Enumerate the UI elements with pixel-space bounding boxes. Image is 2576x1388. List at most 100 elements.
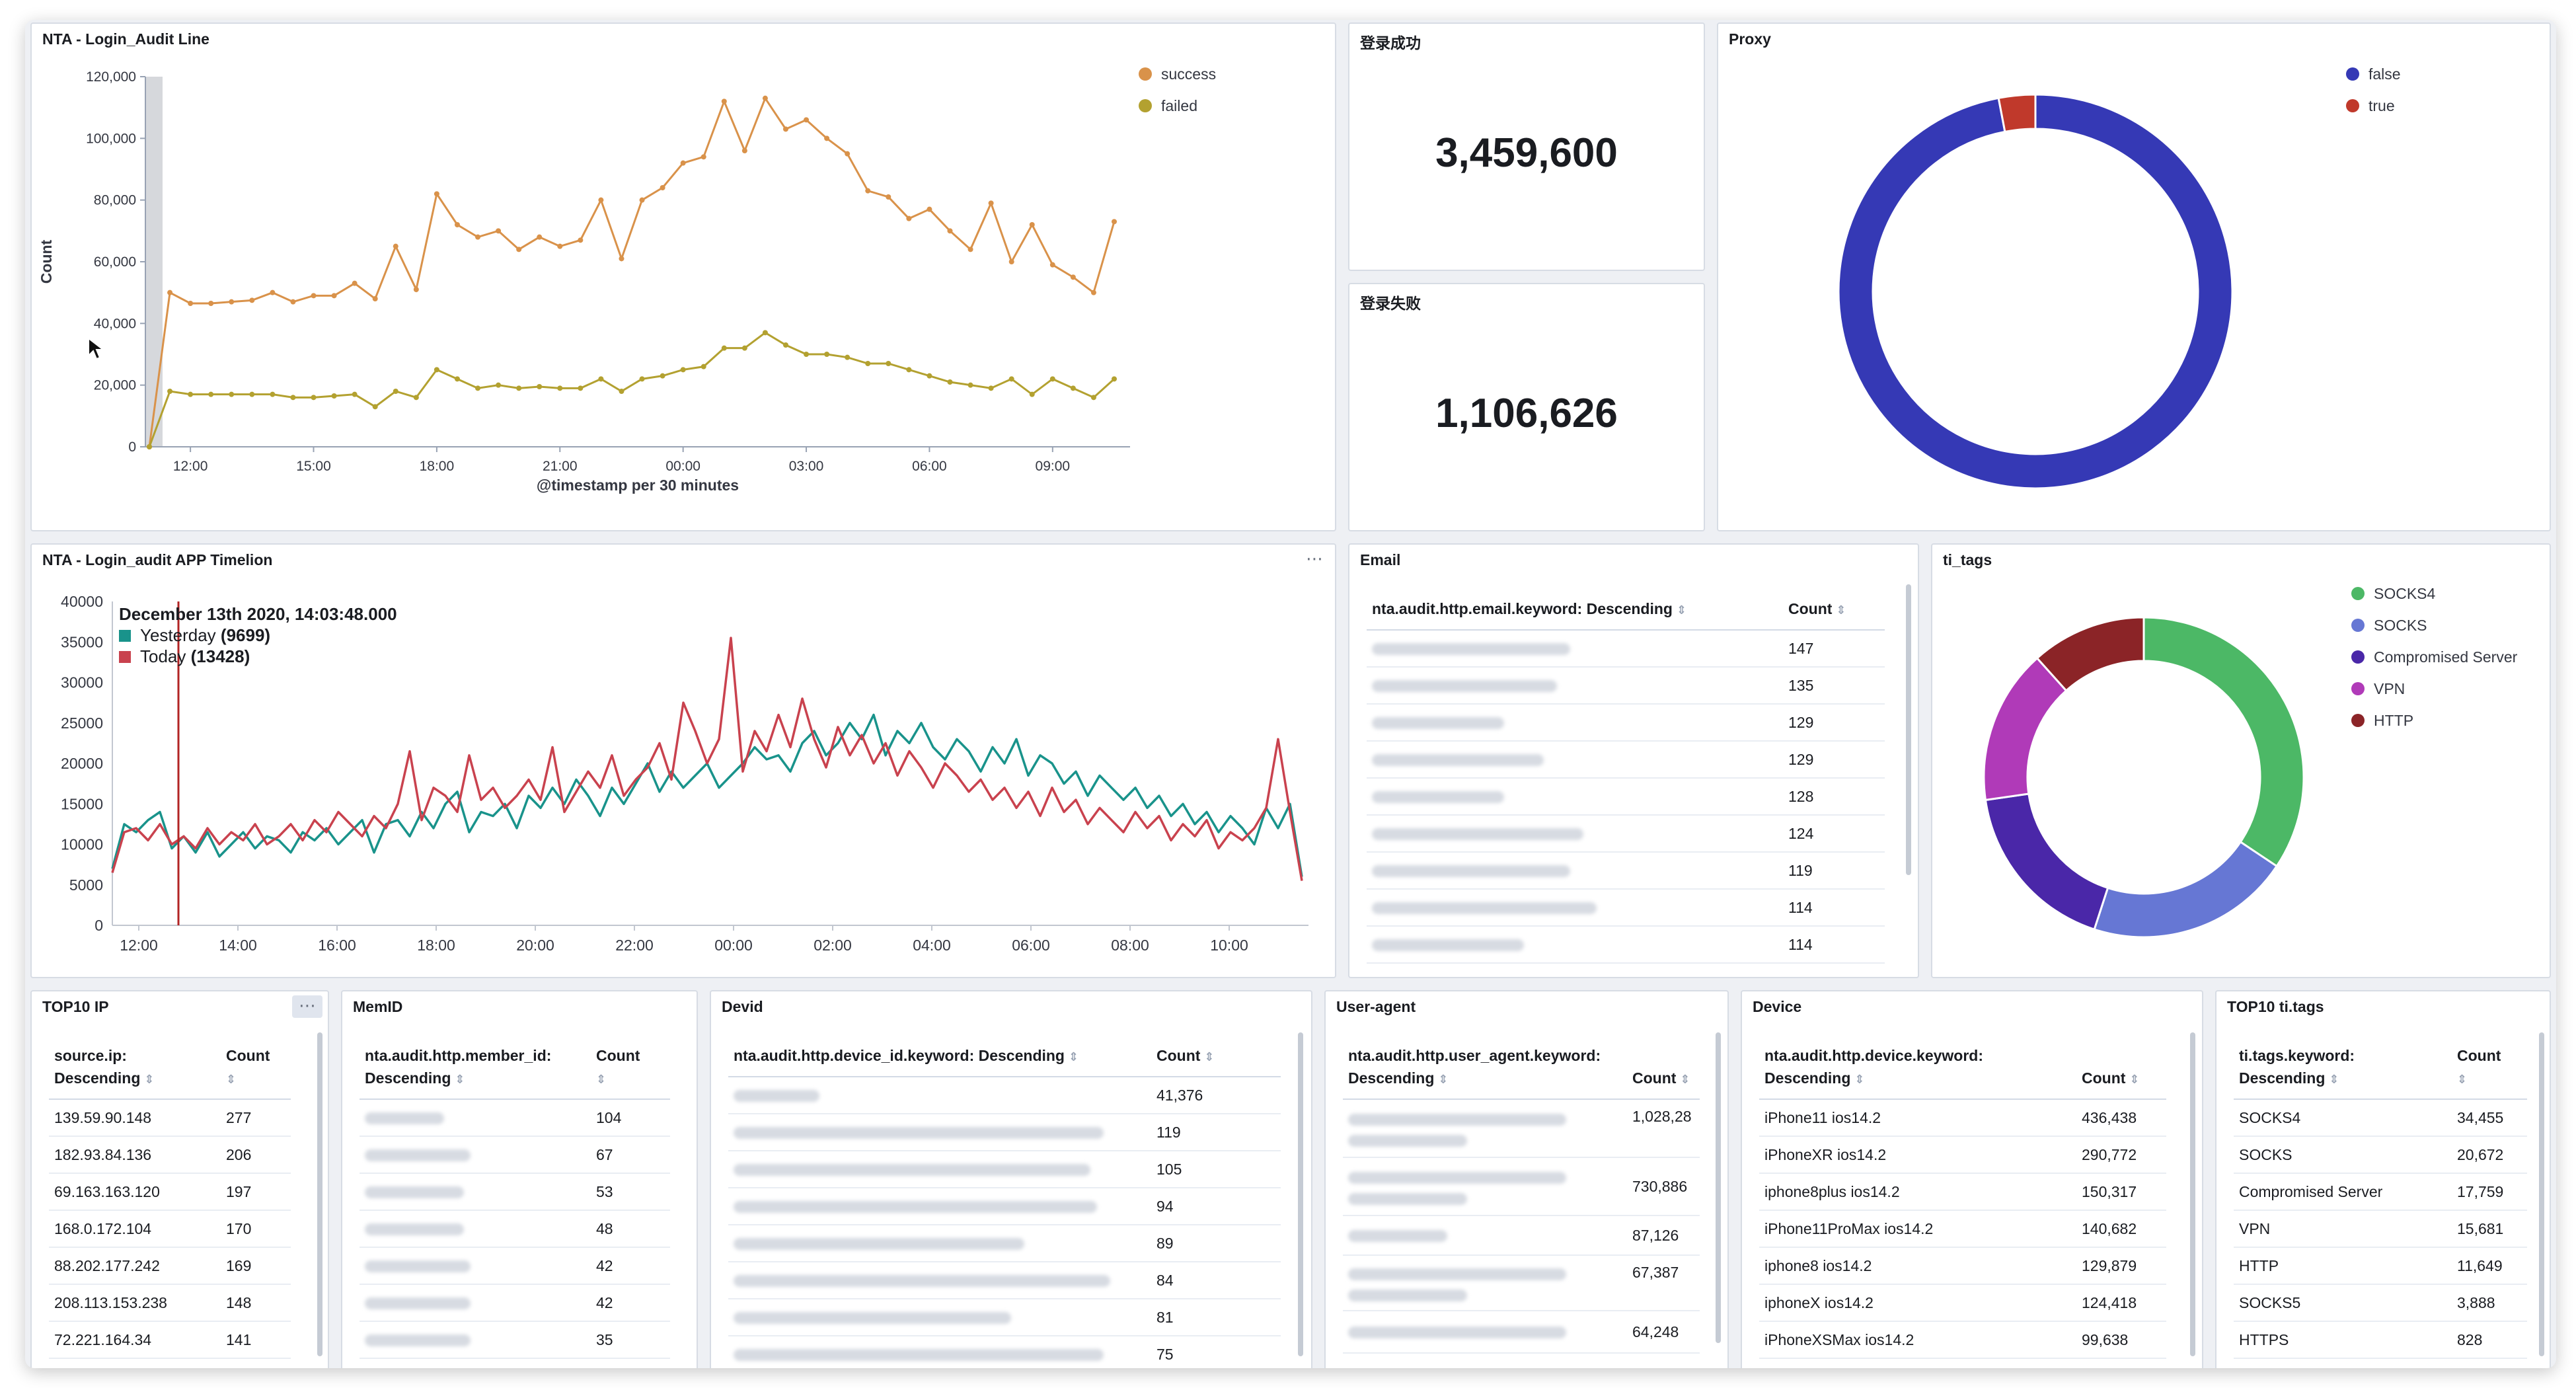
sort-icon[interactable]: ⇕ [226, 1073, 236, 1086]
data-point-failed [762, 330, 768, 336]
device-cell[interactable]: iPhoneXR ios14.2 [1759, 1136, 2076, 1174]
ip-cell[interactable]: 139.59.90.148 [49, 1099, 221, 1137]
table-row: 69.163.163.120 197 [49, 1173, 291, 1211]
column-header-ti-tags[interactable]: ti.tags.keyword: Descending ⇕ [2234, 1044, 2452, 1100]
series-line-yesterday [111, 713, 1303, 877]
tooltip-row-yesterday: Yesterday (9699) [119, 625, 270, 646]
column-header-device[interactable]: nta.audit.http.device.keyword: Descendin… [1759, 1044, 2076, 1100]
sort-icon[interactable]: ⇕ [1069, 1050, 1079, 1063]
tooltip-row-today: Today (13428) [119, 646, 250, 667]
y-tick-label: 35000 [61, 633, 103, 650]
sort-icon[interactable]: ⇕ [2329, 1073, 2339, 1086]
sort-icon[interactable]: ⇕ [455, 1073, 465, 1086]
email-value-redacted [1367, 889, 1783, 927]
top10-ip-panel: TOP10 IP ⋯ source.ip: Descending ⇕ Count ⇕… [30, 990, 329, 1368]
tag-cell[interactable]: VPN [2234, 1210, 2452, 1248]
x-tick-label: 12:00 [120, 937, 158, 954]
data-point-success [804, 117, 810, 123]
table-row: Compromised Server 17,759 [2234, 1173, 2527, 1211]
legend-item-socks4[interactable]: SOCKS4 [2351, 578, 2517, 609]
data-point-success [967, 247, 973, 252]
devid-scrollbar[interactable] [1298, 1032, 1303, 1356]
data-point-success [741, 148, 747, 153]
legend-item-socks[interactable]: SOCKS [2351, 609, 2517, 641]
top10-ip-scrollbar[interactable] [317, 1032, 322, 1356]
column-header-count[interactable]: Count ⇕ [591, 1044, 670, 1100]
data-point-failed [557, 385, 563, 391]
column-header-count[interactable]: Count ⇕ [2452, 1044, 2527, 1100]
ip-cell[interactable]: 208.113.153.238 [49, 1284, 221, 1322]
proxy-donut-chart[interactable] [1718, 24, 2551, 531]
sort-icon[interactable]: ⇕ [1204, 1050, 1214, 1063]
tag-cell[interactable]: SOCKS4 [2234, 1099, 2452, 1137]
data-point-success [639, 197, 645, 203]
legend-item-failed[interactable]: failed [1139, 90, 1216, 122]
user-agent-redacted [1343, 1255, 1627, 1311]
devid-table: nta.audit.http.device_id.keyword: Descen… [728, 1044, 1281, 1368]
ip-cell[interactable]: 69.163.163.120 [49, 1173, 221, 1211]
count-cell: 84 [1151, 1262, 1281, 1299]
sort-icon[interactable]: ⇕ [1438, 1073, 1448, 1086]
device-cell[interactable]: iPhone11 ios14.2 [1759, 1099, 2076, 1137]
sort-icon[interactable]: ⇕ [1854, 1073, 1864, 1086]
panel-options-icon[interactable]: ⋯ [292, 995, 322, 1018]
device-id-redacted [728, 1262, 1151, 1299]
column-header-count[interactable]: Count ⇕ [1151, 1044, 1281, 1077]
column-header-count[interactable]: Count ⇕ [1783, 598, 1885, 631]
legend-item-vpn[interactable]: VPN [2351, 673, 2517, 705]
sort-icon[interactable]: ⇕ [144, 1073, 154, 1086]
tag-cell[interactable]: SOCKS5 [2234, 1284, 2452, 1322]
email-scrollbar[interactable] [1906, 584, 1911, 875]
tag-cell[interactable]: SOCKS [2234, 1136, 2452, 1174]
ip-cell[interactable]: 72.221.164.34 [49, 1321, 221, 1359]
panel-title: 登录失败 [1360, 295, 1421, 312]
legend-item-success[interactable]: success [1139, 58, 1216, 90]
ti-tags-slice-vpn [1983, 656, 2068, 802]
ip-cell[interactable]: 168.0.172.104 [49, 1210, 221, 1248]
sort-icon[interactable]: ⇕ [2129, 1073, 2139, 1086]
column-header-count[interactable]: Count ⇕ [2076, 1044, 2166, 1100]
column-header-source-ip[interactable]: source.ip: Descending ⇕ [49, 1044, 221, 1100]
data-point-success [270, 289, 276, 295]
sort-icon[interactable]: ⇕ [1677, 603, 1686, 617]
top10-ti-tags-scrollbar[interactable] [2539, 1032, 2544, 1356]
table-row: 1,028,28 [1343, 1099, 1700, 1158]
ip-cell[interactable]: 182.93.84.136 [49, 1136, 221, 1174]
legend-item-compromised-server[interactable]: Compromised Server [2351, 641, 2517, 673]
ip-cell[interactable]: 88.202.177.242 [49, 1247, 221, 1285]
device-cell[interactable]: iphone8 ios14.2 [1759, 1247, 2076, 1285]
tag-cell[interactable]: HTTP [2234, 1247, 2452, 1285]
sort-icon[interactable]: ⇕ [1836, 603, 1846, 617]
column-header-device-id[interactable]: nta.audit.http.device_id.keyword: Descen… [728, 1044, 1151, 1077]
member-id-redacted [360, 1099, 591, 1137]
series-line-success [148, 96, 1116, 447]
memid-panel: MemID nta.audit.http.member_id: Descendi… [341, 990, 698, 1368]
column-header-member-id[interactable]: nta.audit.http.member_id: Descending ⇕ [360, 1044, 591, 1100]
data-point-success [1112, 219, 1117, 225]
tag-cell[interactable]: Compromised Server [2234, 1173, 2452, 1211]
legend-item-false[interactable]: false [2346, 58, 2401, 90]
y-tick-label: 15000 [61, 795, 103, 812]
selection-band [145, 77, 163, 447]
legend-item-true[interactable]: true [2346, 90, 2401, 122]
column-header-user-agent[interactable]: nta.audit.http.user_agent.keyword: Desce… [1343, 1044, 1627, 1100]
x-tick-label: 09:00 [1036, 459, 1071, 474]
data-point-success [475, 234, 481, 240]
sort-icon[interactable]: ⇕ [596, 1073, 606, 1086]
device-cell[interactable]: iPhoneXSMax ios14.2 [1759, 1321, 2076, 1359]
sort-icon[interactable]: ⇕ [2457, 1073, 2467, 1086]
column-header-count[interactable]: Count ⇕ [1627, 1044, 1700, 1100]
device-cell[interactable]: iphoneX ios14.2 [1759, 1284, 2076, 1322]
legend-item-http[interactable]: HTTP [2351, 705, 2517, 736]
device-cell[interactable]: iphone8plus ios14.2 [1759, 1173, 2076, 1211]
device-cell[interactable]: iPhone11ProMax ios14.2 [1759, 1210, 2076, 1248]
data-point-failed [701, 364, 706, 369]
y-tick-label: 0 [95, 917, 103, 934]
device-scrollbar[interactable] [2190, 1032, 2195, 1356]
member-id-redacted [360, 1136, 591, 1174]
sort-icon[interactable]: ⇕ [1680, 1073, 1690, 1086]
column-header-email[interactable]: nta.audit.http.email.keyword: Descending… [1367, 598, 1783, 631]
column-header-count[interactable]: Count ⇕ [221, 1044, 291, 1100]
user-agent-scrollbar[interactable] [1716, 1032, 1721, 1343]
tag-cell[interactable]: HTTPS [2234, 1321, 2452, 1359]
